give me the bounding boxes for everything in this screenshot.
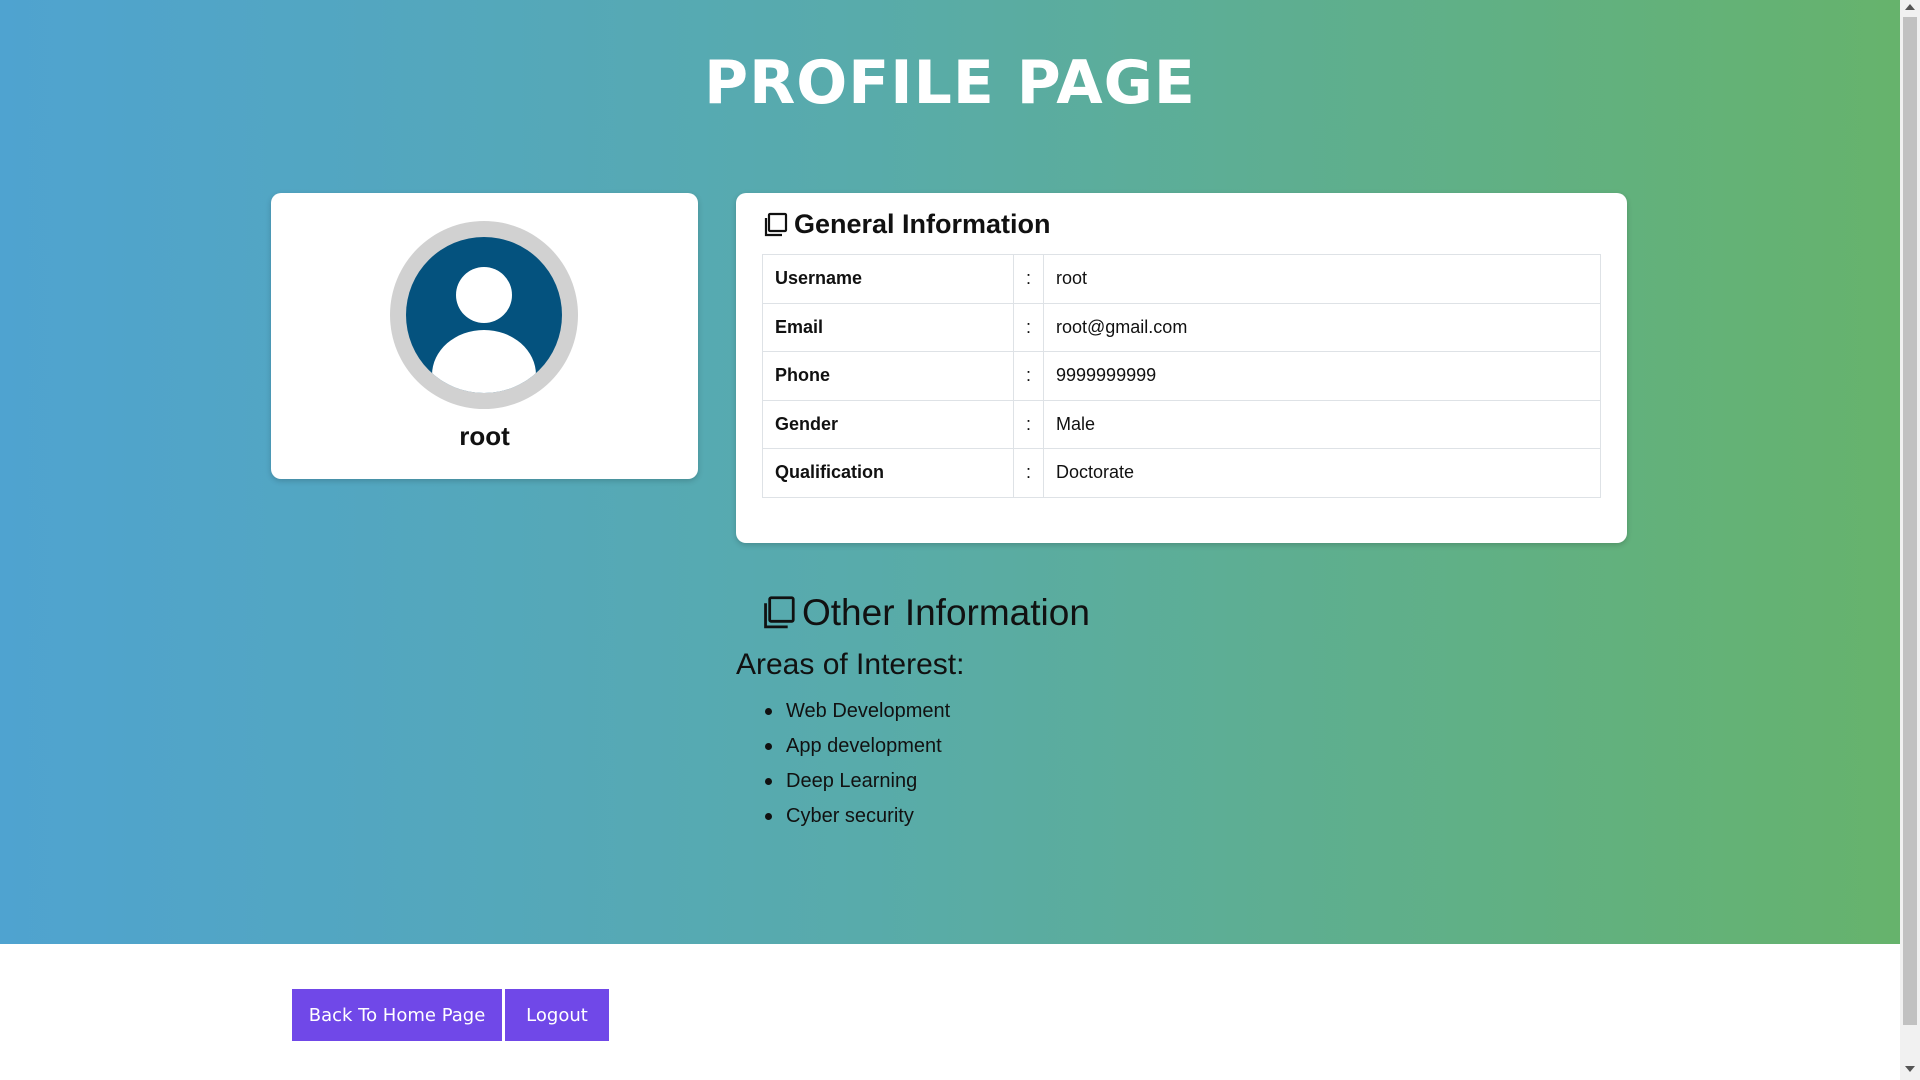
vertical-scrollbar[interactable] [1900,0,1920,1080]
profile-name: root [459,421,510,451]
scroll-up-arrow-icon[interactable] [1905,4,1915,10]
user-avatar-icon [406,237,562,393]
other-info-title: Other Information [802,592,1090,633]
general-info-heading: General Information [762,209,1051,240]
avatar [390,221,578,409]
table-row: Phone:9999999999 [762,351,1601,401]
logout-button[interactable]: Logout [505,989,609,1041]
field-separator: : [1013,254,1044,304]
list-item: App development [764,731,950,766]
field-separator: : [1013,448,1044,498]
general-info-card: General Information Username: root Email: r… [736,193,1627,543]
field-value: Male [1043,399,1601,449]
other-info-heading: Other Information [760,592,1090,634]
field-label: Email [762,302,1014,352]
general-info-title: General Information [794,209,1051,239]
field-value: root [1043,254,1601,304]
copy-icon [764,596,795,629]
list-item: Deep Learning [764,766,950,801]
field-separator: : [1013,399,1044,449]
field-separator: : [1013,302,1044,352]
field-value: 9999999999 [1043,351,1601,401]
list-item: Web Development [764,696,950,731]
page-title: PROFILE PAGE [704,48,1196,118]
list-item: Cyber security [764,801,950,836]
avatar-card: root [271,193,698,479]
interest-list: Web Development App development Deep Learn… [764,696,950,836]
general-info-table: Username: root Email: root@gmail.com Phone:9… [762,254,1601,498]
field-label: Username [762,254,1014,304]
back-to-home-button[interactable]: Back To Home Page [292,989,502,1041]
table-row: Gender: Male [762,399,1601,449]
areas-of-interest-title: Areas of Interest: [736,648,965,681]
scroll-down-arrow-icon[interactable] [1905,1066,1915,1072]
field-value: root@gmail.com [1043,302,1601,352]
profile-hero: PROFILE PAGE root General Information Us… [0,0,1900,944]
field-label: Qualification [762,448,1014,498]
field-value: Doctorate [1043,448,1601,498]
field-label: Phone [762,351,1014,401]
table-row: Email: root@gmail.com [762,302,1601,352]
copy-icon [764,212,788,236]
field-label: Gender [762,399,1014,449]
scrollbar-thumb[interactable] [1903,17,1917,1025]
field-separator: : [1013,351,1044,401]
table-row: Qualification: Doctorate [762,448,1601,498]
table-row: Username: root [762,254,1601,304]
